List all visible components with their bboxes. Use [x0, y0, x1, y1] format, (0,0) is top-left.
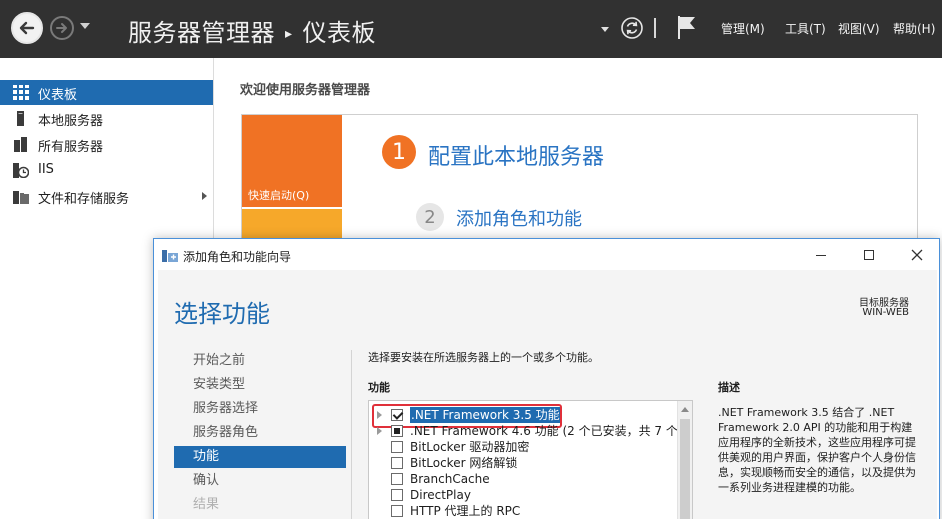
breadcrumb-separator-icon: ▸ — [285, 26, 293, 42]
feature-label: HTTP 代理上的 RPC — [410, 504, 521, 518]
quickstart-label: 快速启动(Q) — [248, 189, 310, 202]
welcome-heading: 欢迎使用服务器管理器 — [240, 83, 371, 98]
wizard-app-icon — [162, 250, 178, 262]
breadcrumb-page: 仪表板 — [302, 19, 377, 47]
nav-item-dashboard[interactable]: 仪表板 — [0, 80, 213, 105]
feature-checkbox[interactable] — [391, 473, 403, 485]
close-button[interactable] — [902, 243, 932, 267]
features-header: 功能 — [368, 381, 390, 394]
forward-arrow-icon — [56, 23, 67, 33]
wizard-title-bar[interactable]: 添加角色和功能向导 — [154, 239, 939, 270]
close-icon — [911, 249, 923, 261]
scroll-thumb[interactable] — [680, 419, 690, 519]
menu-tools[interactable]: 工具(T) — [785, 20, 826, 37]
tree-item-net35[interactable]: .NET Framework 3.5 功能 — [369, 404, 677, 428]
feature-label: BranchCache — [410, 472, 490, 486]
expand-arrow-icon[interactable] — [202, 192, 207, 200]
feature-label: .NET Framework 4.6 功能 (2 个已安装，共 7 个) — [410, 424, 683, 438]
wizard-step-server-selection[interactable]: 服务器选择 — [174, 398, 346, 420]
feature-label: BitLocker 驱动器加密 — [410, 440, 530, 454]
tree-item-branchcache[interactable]: BranchCache — [369, 471, 677, 487]
target-server-name: WIN-WEB — [862, 307, 909, 318]
nav-item-local-server[interactable]: 本地服务器 — [0, 106, 213, 131]
wizard-step-confirmation[interactable]: 确认 — [174, 470, 346, 492]
tree-item-rpc-over-http[interactable]: HTTP 代理上的 RPC — [369, 503, 677, 519]
configure-local-server-link[interactable]: 配置此本地服务器 — [428, 139, 604, 171]
nav-item-file-storage[interactable]: 文件和存储服务 — [0, 184, 213, 209]
nav-item-label: IIS — [38, 162, 54, 177]
feature-label: BitLocker 网络解锁 — [410, 456, 518, 470]
add-roles-features-link[interactable]: 添加角色和功能 — [456, 205, 582, 231]
menu-help[interactable]: 帮助(H) — [893, 20, 935, 37]
wizard-step-before-you-begin[interactable]: 开始之前 — [174, 350, 346, 372]
scroll-up-icon[interactable] — [681, 407, 689, 412]
feature-checkbox[interactable] — [391, 505, 403, 517]
refresh-icon[interactable] — [620, 16, 644, 40]
feature-label: DirectPlay — [410, 488, 471, 502]
expand-arrow-icon[interactable] — [377, 427, 382, 435]
breadcrumb: 服务器管理器 ▸ 仪表板 — [128, 13, 376, 48]
page-title: 选择功能 — [174, 300, 270, 328]
feature-checkbox[interactable] — [391, 441, 403, 453]
step1-number-badge: 1 — [382, 135, 416, 169]
breadcrumb-dropdown-icon[interactable] — [601, 27, 609, 32]
nav-item-label: 所有服务器 — [38, 140, 104, 155]
nav-item-iis[interactable]: IIS — [0, 158, 213, 183]
feature-checkbox[interactable] — [391, 489, 403, 501]
servers-icon — [14, 137, 27, 152]
add-roles-wizard-dialog: 添加角色和功能向导 选择功能 目标服务器 WIN-WEB 开始之前 安装类型 服… — [153, 238, 940, 519]
feature-checkbox[interactable] — [391, 457, 403, 469]
nav-item-label: 本地服务器 — [38, 114, 104, 129]
maximize-icon — [864, 250, 874, 260]
iis-icon — [13, 163, 29, 178]
minimize-icon — [816, 254, 826, 256]
flag-icon[interactable] — [676, 14, 698, 40]
server-icon — [17, 111, 24, 126]
tree-item-bitlocker-network-unlock[interactable]: BitLocker 网络解锁 — [369, 455, 677, 471]
minimize-button[interactable] — [806, 243, 836, 267]
tree-item-net46[interactable]: .NET Framework 4.6 功能 (2 个已安装，共 7 个) — [369, 423, 683, 439]
nav-item-label: 文件和存储服务 — [38, 192, 130, 207]
menu-view[interactable]: 视图(V) — [838, 20, 880, 37]
breadcrumb-app[interactable]: 服务器管理器 — [128, 19, 275, 47]
toolbar-separator — [654, 18, 656, 38]
nav-item-label: 仪表板 — [38, 88, 78, 103]
back-arrow-icon — [19, 21, 35, 35]
wizard-body: 选择功能 目标服务器 WIN-WEB 开始之前 安装类型 服务器选择 服务器角色… — [158, 270, 937, 519]
wizard-step-server-roles[interactable]: 服务器角色 — [174, 422, 346, 444]
title-bar: 服务器管理器 ▸ 仪表板 管理(M) 工具(T) 视图(V) 帮助(H) — [0, 0, 942, 58]
maximize-button[interactable] — [854, 243, 884, 267]
features-scrollbar[interactable] — [677, 401, 692, 519]
history-dropdown-icon[interactable] — [80, 23, 90, 29]
description-header: 描述 — [718, 381, 740, 394]
back-button[interactable] — [11, 12, 43, 44]
storage-icon — [13, 191, 29, 204]
tree-item-bitlocker[interactable]: BitLocker 驱动器加密 — [369, 439, 677, 455]
quickstart-tile[interactable]: 快速启动(Q) — [242, 115, 342, 207]
wizard-title: 添加角色和功能向导 — [183, 250, 292, 264]
wizard-step-results: 结果 — [193, 497, 220, 512]
step2-number-badge: 2 — [416, 203, 444, 231]
tree-item-directplay[interactable]: DirectPlay — [369, 487, 677, 503]
dashboard-grid-icon — [13, 85, 29, 100]
feature-checkbox[interactable] — [391, 425, 403, 437]
menu-manage[interactable]: 管理(M) — [721, 20, 765, 37]
instruction-text: 选择要安装在所选服务器上的一个或多个功能。 — [368, 351, 599, 364]
forward-button[interactable] — [50, 16, 74, 40]
feature-description: .NET Framework 3.5 结合了 .NET Framework 2.… — [718, 406, 916, 494]
wizard-step-features[interactable]: 功能 — [174, 446, 346, 468]
features-tree: .NET Framework 3.5 功能 .NET Framework 4.6… — [368, 400, 693, 519]
steps-divider — [351, 350, 352, 519]
nav-item-all-servers[interactable]: 所有服务器 — [0, 132, 213, 157]
wizard-step-installation-type[interactable]: 安装类型 — [174, 374, 346, 396]
